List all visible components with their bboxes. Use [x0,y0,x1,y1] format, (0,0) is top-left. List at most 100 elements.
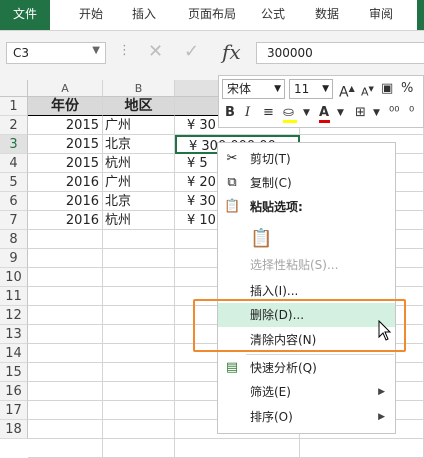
percent-icon[interactable]: % [401,79,413,99]
row-header[interactable]: 7 [0,211,28,230]
row-header[interactable]: 12 [0,306,28,325]
name-box[interactable]: C3 ▼ [6,42,106,64]
table-cell[interactable] [103,344,175,363]
insert-function-icon[interactable]: fx [222,40,241,64]
column-header-a[interactable]: A [28,80,103,97]
table-cell[interactable] [103,382,175,401]
cancel-icon[interactable]: ✕ [148,41,163,62]
table-cell[interactable] [28,439,103,458]
tab-page-layout[interactable]: 页面布局 [178,0,246,30]
increase-decimal-icon[interactable]: ⁰⁰ [389,103,399,123]
table-cell[interactable]: 杭州 [103,211,175,230]
menu-item-paste-special[interactable]: 选择性粘贴(S)... [218,253,395,277]
chevron-down-icon[interactable]: ▼ [303,103,310,123]
table-cell[interactable] [28,363,103,382]
table-cell[interactable] [103,363,175,382]
font-name-box[interactable]: 宋体 ▼ [222,79,285,99]
tab-home[interactable]: 开始 [66,0,116,30]
formula-input[interactable]: 300000 [256,42,424,64]
row-header[interactable]: 18 [0,420,28,439]
table-cell[interactable] [28,420,103,439]
menu-item-quick-analysis[interactable]: ▤ 快速分析(Q) [218,356,395,380]
table-cell[interactable] [28,382,103,401]
enter-check-icon[interactable]: ✓ [184,41,199,62]
table-cell[interactable]: 2016 [28,211,103,230]
menu-item-sort[interactable]: 排序(O) ▶ [218,405,395,429]
number-format-icon[interactable]: ▣ [381,79,393,99]
table-cell[interactable]: 广州 [103,116,175,135]
row-header[interactable]: 10 [0,268,28,287]
grow-font-button[interactable]: A▲ [339,79,355,103]
row-header[interactable]: 6 [0,192,28,211]
table-cell[interactable]: 北京 [103,192,175,211]
chevron-down-icon[interactable]: ▼ [92,45,100,56]
table-cell[interactable] [28,344,103,363]
align-center-icon[interactable]: ≡ [263,103,274,123]
tab-file[interactable]: 文件 [0,0,50,30]
table-cell[interactable] [103,420,175,439]
table-cell[interactable]: 2015 [28,135,103,154]
table-cell[interactable] [103,325,175,344]
table-cell[interactable]: 杭州 [103,154,175,173]
table-cell[interactable] [28,287,103,306]
row-header[interactable]: 15 [0,363,28,382]
row-header[interactable]: 17 [0,401,28,420]
table-cell[interactable]: 2016 [28,192,103,211]
borders-icon[interactable]: ⊞ [355,103,366,123]
table-cell[interactable] [28,306,103,325]
italic-button[interactable]: I [245,103,250,123]
drag-handle-icon[interactable]: ⋮ [118,43,131,58]
table-cell[interactable] [103,230,175,249]
row-header[interactable]: 5 [0,173,28,192]
table-cell[interactable] [103,439,175,458]
row-header[interactable]: 8 [0,230,28,249]
chevron-down-icon[interactable]: ▼ [373,103,380,123]
row-header[interactable]: 1 [0,97,28,116]
table-cell[interactable] [28,401,103,420]
header-cell-region[interactable]: 地区 [103,97,175,116]
row-header[interactable]: 14 [0,344,28,363]
table-cell[interactable] [103,306,175,325]
bold-button[interactable]: B [225,103,235,123]
table-cell[interactable] [28,249,103,268]
table-cell[interactable]: 2016 [28,173,103,192]
row-header[interactable]: 9 [0,249,28,268]
font-size-box[interactable]: 11 ▼ [289,79,333,99]
tab-review[interactable]: 审阅 [360,0,402,30]
row-header[interactable]: 3 [0,135,28,154]
select-all-corner[interactable] [0,80,28,97]
table-cell[interactable]: 2015 [28,116,103,135]
table-cell[interactable] [103,249,175,268]
shrink-font-button[interactable]: A▼ [361,79,374,103]
font-color-button[interactable]: A [319,103,330,123]
header-cell-year[interactable]: 年份 [28,97,103,116]
row-header[interactable]: 2 [0,116,28,135]
table-cell[interactable]: 北京 [103,135,175,154]
row-header[interactable]: 4 [0,154,28,173]
table-cell[interactable] [28,325,103,344]
table-cell[interactable] [103,401,175,420]
table-cell[interactable] [103,287,175,306]
tab-view-partial[interactable] [417,0,424,30]
menu-item-cut[interactable]: ✂ 剪切(T) [218,147,395,171]
table-cell[interactable] [103,268,175,287]
chevron-down-icon[interactable]: ▼ [274,80,281,98]
fill-color-icon[interactable]: ⛀ [283,103,297,123]
row-header[interactable]: 11 [0,287,28,306]
tab-insert[interactable]: 插入 [120,0,168,30]
row-header[interactable]: 13 [0,325,28,344]
chevron-down-icon[interactable]: ▼ [322,80,329,98]
table-cell[interactable]: 2015 [28,154,103,173]
decrease-decimal-icon[interactable]: ⁰ [409,103,414,123]
menu-item-copy[interactable]: ⧉ 复制(C) [218,171,395,195]
chevron-down-icon[interactable]: ▼ [337,103,344,123]
table-cell[interactable] [175,439,300,458]
table-cell[interactable] [300,439,424,458]
tab-formulas[interactable]: 公式 [252,0,294,30]
row-header[interactable]: 16 [0,382,28,401]
table-cell[interactable] [28,230,103,249]
column-header-b[interactable]: B [103,80,175,97]
table-cell[interactable] [28,268,103,287]
table-cell[interactable]: 广州 [103,173,175,192]
menu-item-filter[interactable]: 筛选(E) ▶ [218,380,395,404]
